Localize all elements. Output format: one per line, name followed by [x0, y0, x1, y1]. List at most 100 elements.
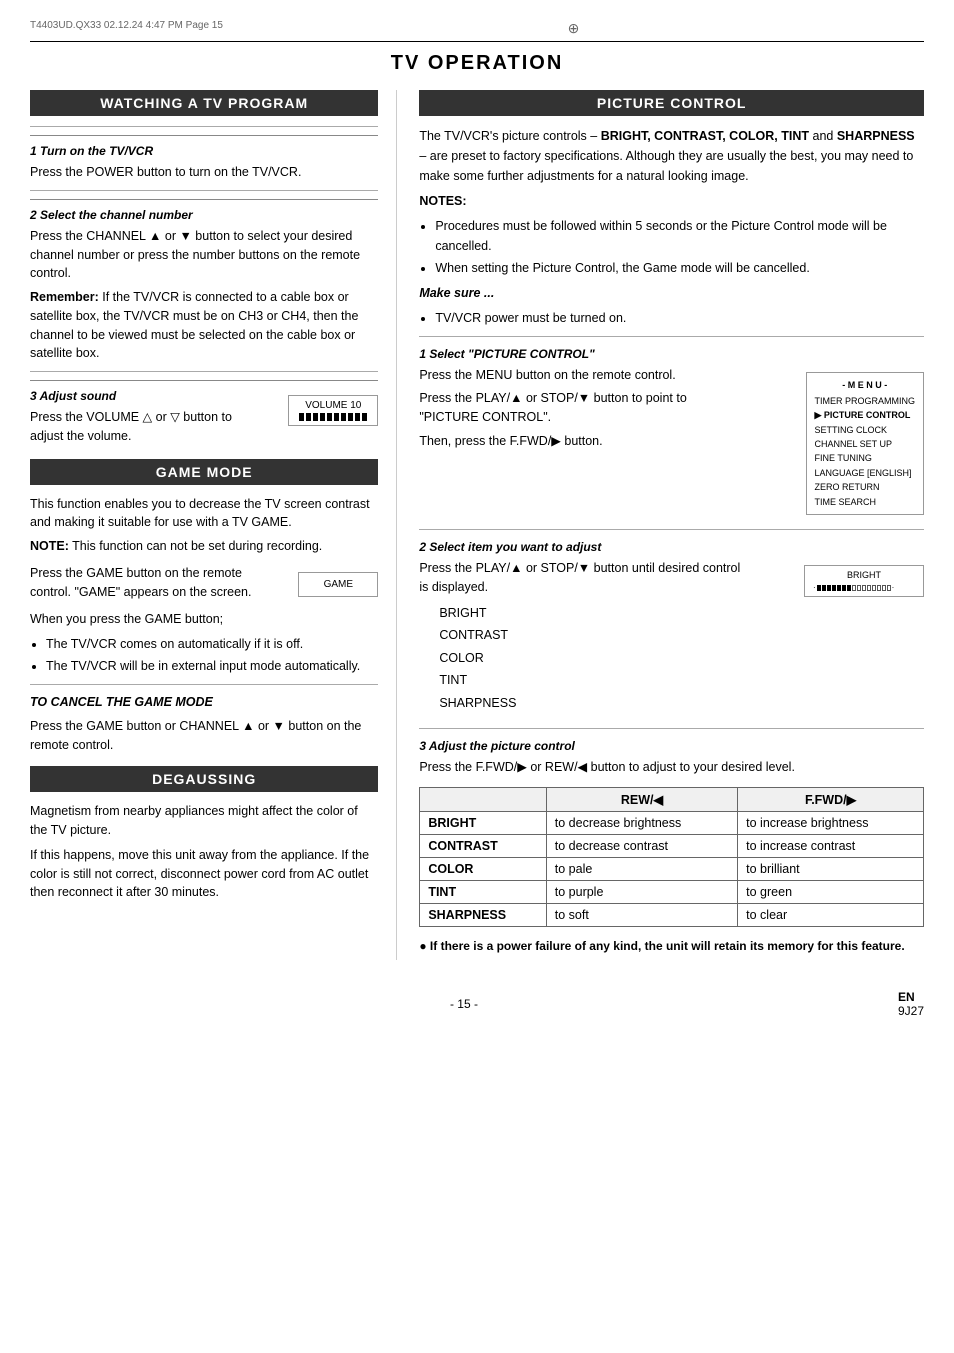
left-column: WATCHING A TV PROGRAM 1 Turn on the TV/V… — [30, 90, 397, 960]
volume-bar — [297, 413, 369, 421]
footer-code: 9J27 — [898, 1004, 924, 1018]
intro-bold: BRIGHT, CON­TRAST, COLOR, TINT — [601, 129, 809, 143]
section-degaussing: DEGAUSSING — [30, 766, 378, 792]
table-row: CONTRAST to decrease contrast to increas… — [420, 834, 924, 857]
make-sure: Make sure ... — [419, 284, 924, 303]
notes-list: Procedures must be followed within 5 sec… — [435, 216, 924, 278]
row3-ffwd: to green — [738, 880, 924, 903]
step3-body: Press the VOLUME △ or ▽ button to adjust… — [30, 408, 238, 446]
degauss-body1: Magnetism from nearby appliances might a… — [30, 802, 378, 840]
game-desc: Press the GAME button on the remote cont… — [30, 564, 258, 602]
row0-label: BRIGHT — [420, 811, 546, 834]
pic-step1-body3: Then, press the F.FWD/▶ button. — [419, 432, 735, 451]
pic-step1-content: Press the MENU button on the remote cont… — [419, 366, 924, 522]
menu-item-7: TIME SEARCH — [815, 495, 916, 509]
make-sure-bullet: TV/VCR power must be turned on. — [435, 308, 924, 328]
pic-step3-body: Press the F.FWD/▶ or REW/◀ button to adj… — [419, 758, 924, 777]
step3-watching: 3 Adjust sound Press the VOLUME △ or ▽ b… — [30, 380, 378, 451]
row0-rew: to decrease brightness — [546, 811, 737, 834]
ctrl-tint: TINT — [439, 669, 744, 692]
game-bullet-1: The TV/VCR comes on automatically if it … — [46, 634, 378, 654]
row3-rew: to purple — [546, 880, 737, 903]
pic-step2-number: 2 Select item you want to adjust — [419, 538, 924, 556]
row4-ffwd: to clear — [738, 903, 924, 926]
main-title: TV OPERATION — [30, 52, 924, 75]
game-intro: This function enables you to decrease th… — [30, 495, 378, 533]
pic-step3-number: 3 Adjust the picture control — [419, 737, 924, 755]
game-bullets: The TV/VCR comes on automatically if it … — [46, 634, 378, 676]
menu-item-1: ▶ PICTURE CONTROL — [815, 408, 916, 422]
notes-header: NOTES: — [419, 192, 924, 211]
control-items-list: BRIGHT CONTRAST COLOR TINT SHARPNESS — [439, 602, 744, 715]
table-row: BRIGHT to decrease brightness to increas… — [420, 811, 924, 834]
pic-step2-content: Press the PLAY/▲ or STOP/▼ button until … — [419, 559, 924, 720]
note-2: When setting the Picture Control, the Ga… — [435, 258, 924, 278]
step2-number: 2 Select the channel number — [30, 206, 378, 224]
page-number: - 15 - — [30, 997, 898, 1011]
step1-number: 1 Turn on the TV/VCR — [30, 142, 378, 160]
game-section: Press the GAME button on the remote cont… — [30, 564, 378, 607]
menu-title: - M E N U - — [815, 378, 916, 392]
ctrl-bright: BRIGHT — [439, 602, 744, 625]
bright-bar: · · — [813, 583, 915, 592]
menu-item-2: SETTING CLOCK — [815, 423, 916, 437]
menu-item-6: ZERO RETURN — [815, 480, 916, 494]
table-row: SHARPNESS to soft to clear — [420, 903, 924, 926]
picture-intro: The TV/VCR's picture controls – BRIGHT, … — [419, 126, 924, 186]
top-info: T4403UD.QX33 02.12.24 4:47 PM Page 15 ⊕ — [30, 20, 924, 37]
bottom-note-text: If there is a power failure of any kind,… — [430, 939, 905, 953]
pic-step2-body: Press the PLAY/▲ or STOP/▼ button until … — [419, 559, 744, 597]
pic-step1-body1: Press the MENU button on the remote cont… — [419, 366, 735, 385]
ctrl-contrast: CONTRAST — [439, 624, 744, 647]
pic-step1-number: 1 Select "PICTURE CONTROL" — [419, 345, 924, 363]
step1-body: Press the POWER button to turn on the TV… — [30, 163, 378, 182]
row2-rew: to pale — [546, 857, 737, 880]
note-1: Procedures must be followed within 5 sec… — [435, 216, 924, 256]
right-column: PICTURE CONTROL The TV/VCR's picture con… — [417, 90, 924, 960]
file-info: T4403UD.QX33 02.12.24 4:47 PM Page 15 — [30, 20, 223, 37]
intro-sharpness: SHARPNESS — [837, 129, 915, 143]
row1-rew: to decrease contrast — [546, 834, 737, 857]
crosshair-top: ⊕ — [568, 20, 580, 37]
game-button-display: GAME — [298, 572, 378, 597]
row3-label: TINT — [420, 880, 546, 903]
table-row: TINT to purple to green — [420, 880, 924, 903]
table-header-0 — [420, 787, 546, 811]
bright-display-label: BRIGHT — [813, 570, 915, 580]
section-picture: PICTURE CONTROL — [419, 90, 924, 116]
game-label: GAME — [324, 579, 353, 590]
lang-label: EN — [898, 990, 915, 1004]
step2-watching: 2 Select the channel number Press the CH… — [30, 199, 378, 363]
table-header-2: F.FWD/▶ — [738, 787, 924, 811]
step2-remember: Remember: If the TV/VCR is connected to … — [30, 288, 378, 363]
step1-watching: 1 Turn on the TV/VCR Press the POWER but… — [30, 135, 378, 182]
volume-indicator: VOLUME 10 — [288, 395, 378, 426]
picture-table: REW/◀ F.FWD/▶ BRIGHT to decrease brightn… — [419, 787, 924, 927]
intro-prefix: The TV/VCR's picture controls – — [419, 129, 600, 143]
volume-label: VOLUME 10 — [297, 400, 369, 411]
menu-item-0: TIMER PROGRAMMING — [815, 394, 916, 408]
row2-ffwd: to brilliant — [738, 857, 924, 880]
page-footer: - 15 - EN 9J27 — [30, 990, 924, 1018]
menu-item-5: LANGUAGE [ENGLISH] — [815, 466, 916, 480]
step3-number: 3 Adjust sound — [30, 387, 238, 405]
menu-display: - M E N U - TIMER PROGRAMMING ▶ PICTURE … — [806, 372, 925, 516]
section-watching: WATCHING A TV PROGRAM — [30, 90, 378, 116]
row1-ffwd: to increase contrast — [738, 834, 924, 857]
cancel-body: Press the GAME button or CHANNEL ▲ or ▼ … — [30, 717, 378, 755]
cancel-title: TO CANCEL THE GAME MODE — [30, 693, 378, 712]
degauss-body2: If this happens, move this unit away fro… — [30, 846, 378, 902]
menu-item-4: FINE TUNING — [815, 451, 916, 465]
intro-after: – are preset to factory specifications. … — [419, 149, 913, 183]
pic-step1-body2: Press the PLAY/▲ or STOP/▼ button to poi… — [419, 389, 735, 427]
bottom-note: ● If there is a power failure of any kin… — [419, 937, 924, 955]
section-game: GAME MODE — [30, 459, 378, 485]
row4-rew: to soft — [546, 903, 737, 926]
intro-rest: and — [809, 129, 837, 143]
footer-right: EN 9J27 — [898, 990, 924, 1018]
row0-ffwd: to increase brightness — [738, 811, 924, 834]
make-sure-list: TV/VCR power must be turned on. — [435, 308, 924, 328]
row4-label: SHARPNESS — [420, 903, 546, 926]
row2-label: COLOR — [420, 857, 546, 880]
game-bullet-2: The TV/VCR will be in external input mod… — [46, 656, 378, 676]
